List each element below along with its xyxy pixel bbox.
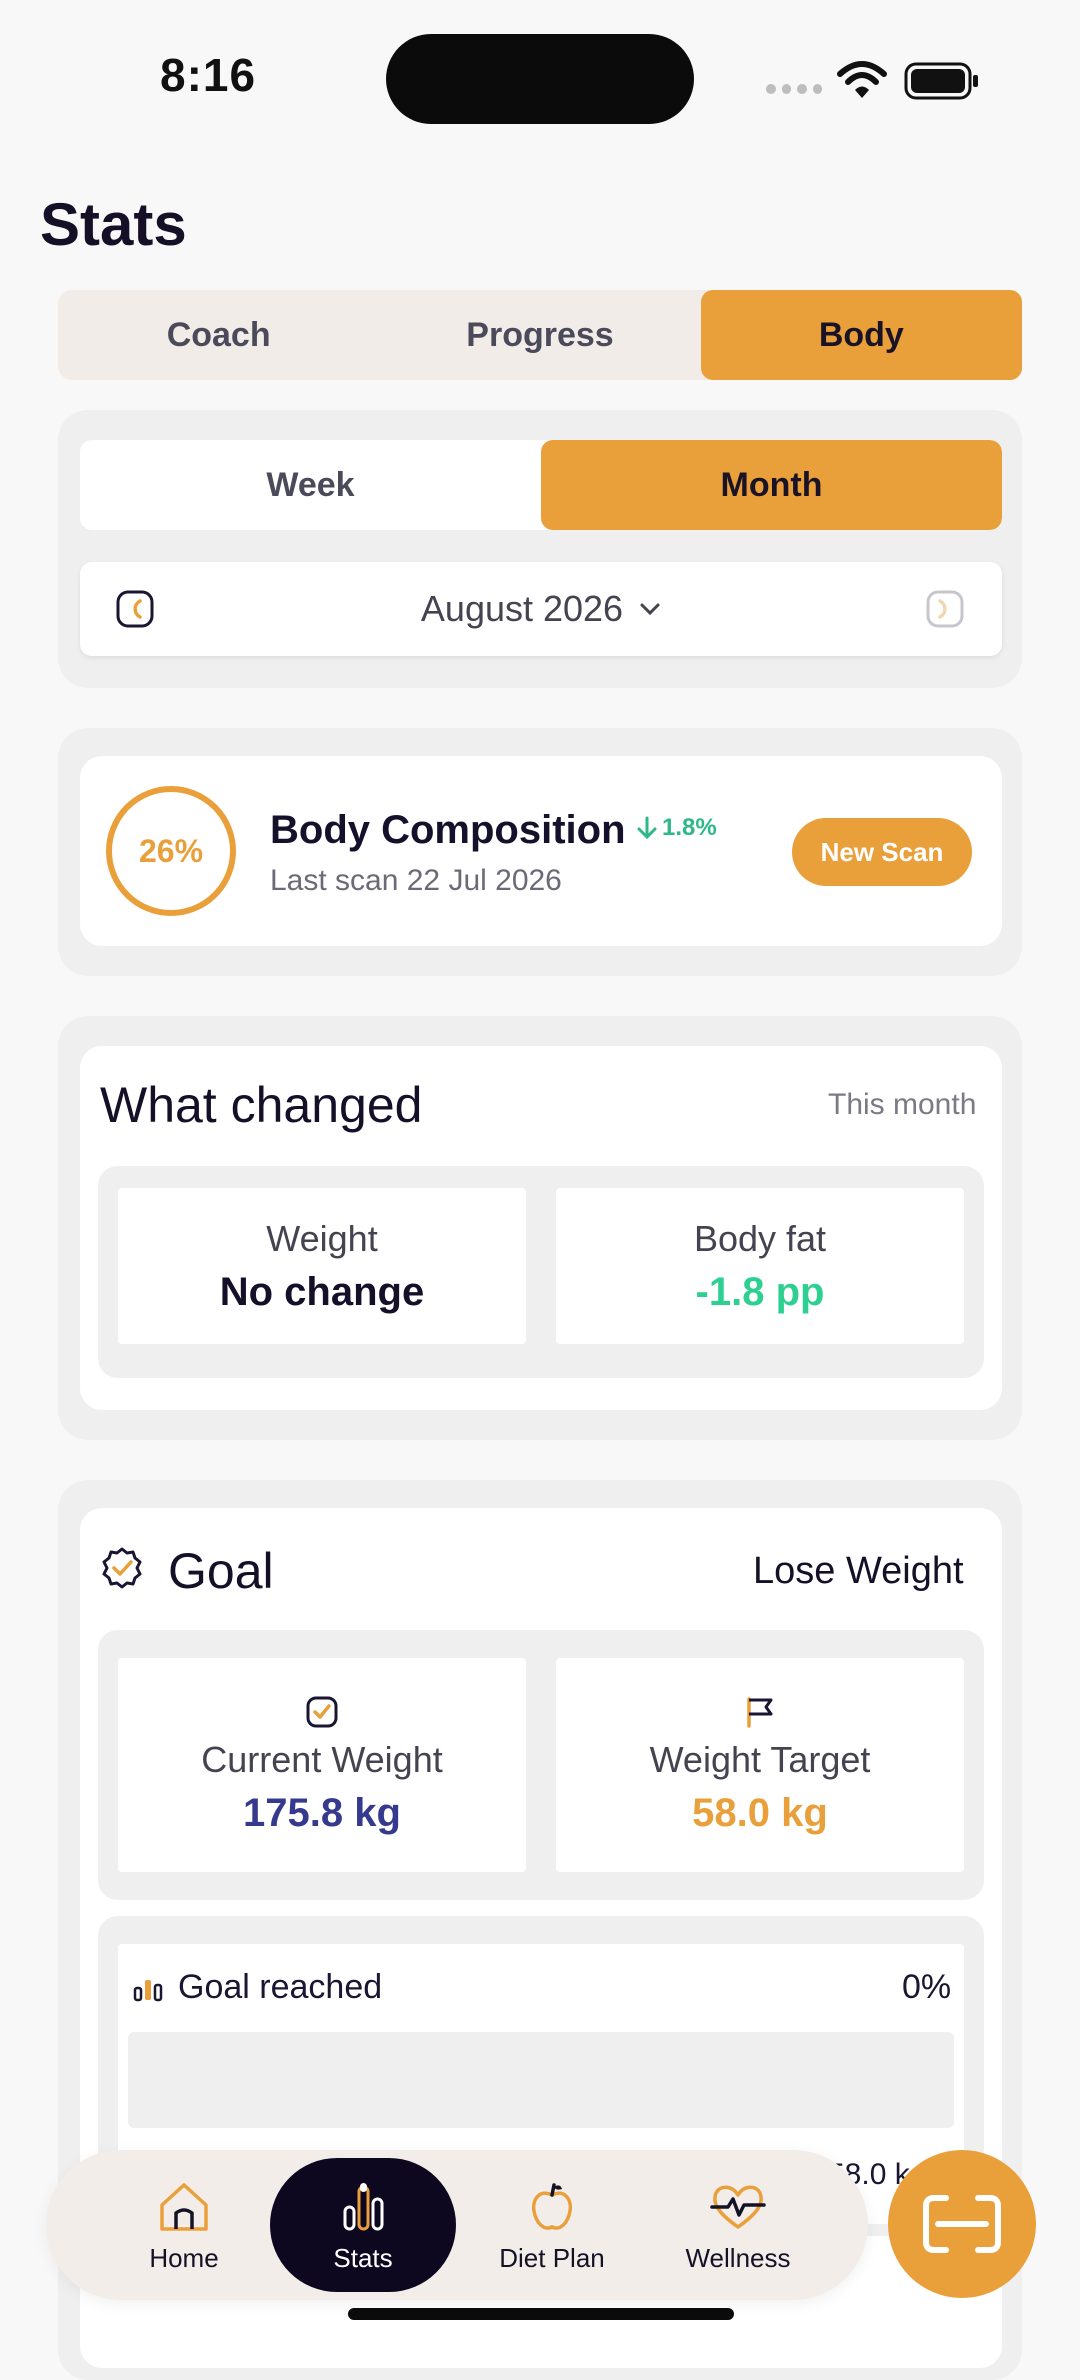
home-icon xyxy=(160,2182,208,2231)
current-weight-value: 175.8 kg xyxy=(243,1790,401,1835)
home-indicator xyxy=(348,2308,734,2320)
bar-chart-icon xyxy=(133,1980,163,2002)
bottom-nav: Home Stats Diet Plan Wellness xyxy=(46,2150,868,2300)
nav-wellness-label: Wellness xyxy=(685,2242,791,2273)
current-weight: Current Weight 175.8 kg xyxy=(118,1658,526,1872)
weight-target-label: Weight Target xyxy=(649,1738,871,1780)
month-dropdown[interactable]: August 2026 xyxy=(80,562,1002,656)
arrow-down-icon xyxy=(637,816,657,840)
composition-title: Body Composition xyxy=(270,808,626,852)
nav-home[interactable]: Home xyxy=(94,2150,274,2300)
apple-icon xyxy=(531,2182,573,2230)
badge-check-icon xyxy=(102,1547,142,1589)
body-fat-change-label: Body fat xyxy=(693,1217,827,1259)
composition-delta: 1.8% xyxy=(636,814,717,842)
goal-reached-percent: 0% xyxy=(902,1968,952,2006)
nav-diet-plan[interactable]: Diet Plan xyxy=(462,2150,642,2300)
next-month-icon[interactable] xyxy=(926,590,964,628)
goal-type: Lose Weight xyxy=(753,1550,964,1592)
goal-title: Goal xyxy=(168,1543,274,1599)
tab-body[interactable]: Body xyxy=(700,290,1022,380)
dynamic-island xyxy=(386,34,694,124)
changes-grid: Weight No change Body fat -1.8 pp xyxy=(98,1166,984,1378)
weight-change: Weight No change xyxy=(118,1188,526,1344)
page-title: Stats xyxy=(40,191,187,258)
stats-tabs: Coach Progress Body xyxy=(58,290,1022,380)
composition-panel: 26% Body Composition 1.8% Last scan 22 J… xyxy=(80,756,1002,946)
goal-progress-bar xyxy=(128,2032,954,2128)
composition-delta-value: 1.8% xyxy=(662,814,717,841)
chevron-down-icon xyxy=(640,603,660,616)
goal-weights: Current Weight 175.8 kg Weight Target 58… xyxy=(98,1630,984,1900)
period-toggle: Week Month xyxy=(80,440,1002,530)
tab-coach[interactable]: Coach xyxy=(58,290,379,380)
month-label: August 2026 xyxy=(420,588,624,629)
weight-change-label: Weight xyxy=(266,1217,378,1259)
scan-button[interactable] xyxy=(888,2150,1036,2298)
what-changed-panel: What changed This month Weight No change… xyxy=(80,1046,1002,1410)
nav-stats[interactable]: Stats xyxy=(270,2158,456,2292)
what-changed-period: This month xyxy=(828,1088,977,1121)
body-fat-ring: 26% xyxy=(106,786,236,916)
stats-icon xyxy=(343,2182,384,2230)
nav-stats-label: Stats xyxy=(333,2242,393,2273)
heart-pulse-icon xyxy=(710,2185,766,2229)
weight-change-value: No change xyxy=(219,1269,425,1314)
scan-icon xyxy=(923,2195,1001,2253)
nav-wellness[interactable]: Wellness xyxy=(648,2150,828,2300)
weight-target: Weight Target 58.0 kg xyxy=(556,1658,964,1872)
signal-dots-icon xyxy=(766,84,822,94)
current-weight-label: Current Weight xyxy=(201,1738,443,1780)
weight-target-value: 58.0 kg xyxy=(692,1790,828,1835)
nav-home-label: Home xyxy=(149,2242,219,2273)
battery-icon xyxy=(904,62,978,100)
checkbox-icon xyxy=(306,1696,338,1727)
status-time: 8:16 xyxy=(160,49,257,101)
tab-progress[interactable]: Progress xyxy=(379,290,700,380)
wifi-icon xyxy=(837,61,887,98)
period-month[interactable]: Month xyxy=(541,440,1002,530)
body-fat-change-value: -1.8 pp xyxy=(695,1269,825,1314)
goal-reached-label: Goal reached xyxy=(178,1968,383,2006)
month-selector: August 2026 xyxy=(80,562,1002,656)
body-fat-change: Body fat -1.8 pp xyxy=(556,1188,964,1344)
flag-icon xyxy=(747,1696,773,1728)
new-scan-button[interactable]: New Scan xyxy=(792,818,972,886)
period-week[interactable]: Week xyxy=(80,440,541,530)
what-changed-title: What changed xyxy=(100,1077,423,1133)
last-scan-date: Last scan 22 Jul 2026 xyxy=(270,864,562,897)
nav-diet-plan-label: Diet Plan xyxy=(499,2242,605,2273)
